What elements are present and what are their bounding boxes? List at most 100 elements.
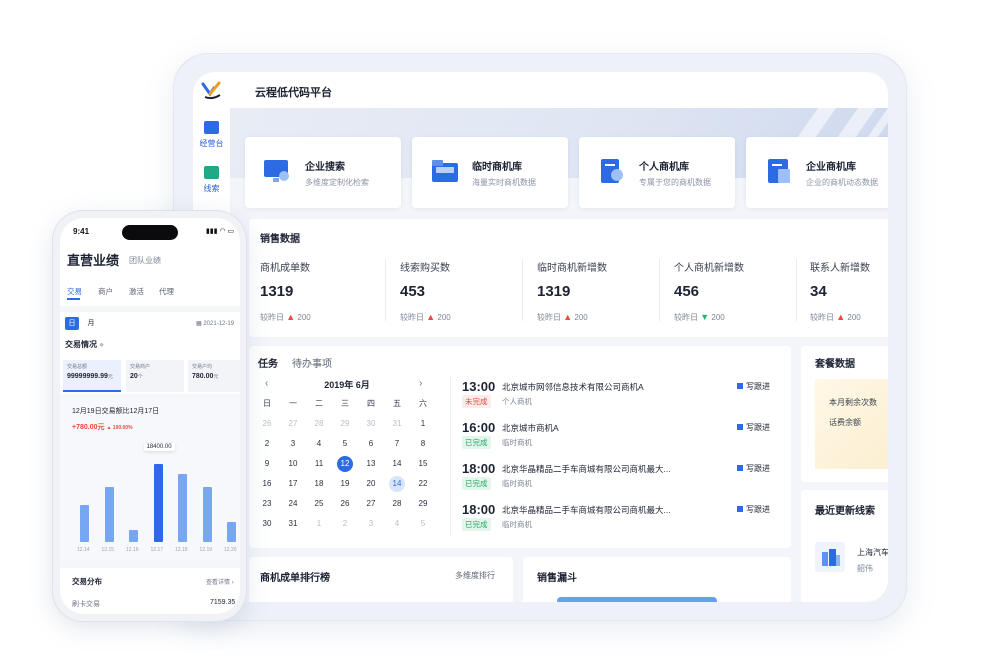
calendar-day[interactable]: 24 — [283, 496, 303, 512]
task-item[interactable]: 18:00 北京华晶精品二手车商城有限公司商机最大... 已完成 临时商机 写跟… — [462, 461, 782, 501]
calendar-day[interactable]: 3 — [361, 516, 381, 532]
date-picker[interactable]: ▦ 2021-12-19 — [196, 320, 234, 327]
tab-transactions[interactable]: 交易 — [67, 286, 82, 297]
calendar-day[interactable]: 13 — [361, 456, 381, 472]
stat-label: 临时商机新增数 — [537, 263, 607, 274]
chevron-right-icon[interactable]: › — [419, 378, 422, 389]
calendar-day[interactable]: 29 — [335, 416, 355, 432]
calendar-day[interactable]: 10 — [283, 456, 303, 472]
calendar-day[interactable]: 16 — [257, 476, 277, 492]
quick-card-personal-opportunity[interactable]: 个人商机库 专属于您的商机数据 — [579, 137, 735, 208]
user-doc-icon — [601, 159, 623, 183]
period-month-button[interactable]: 月 — [84, 317, 98, 330]
team-performance-tab[interactable]: 团队业绩 — [129, 255, 161, 266]
kpi-card[interactable]: 交易总额 99999999.99元 — [63, 360, 121, 392]
tab-agents[interactable]: 代理 — [159, 286, 174, 297]
recent-clue-name[interactable]: 上海汽车 — [857, 547, 888, 558]
calendar-day[interactable]: 30 — [257, 516, 277, 532]
calendar-day[interactable]: 4 — [387, 516, 407, 532]
nav-item-dashboard[interactable]: 经营台 — [193, 121, 230, 149]
task-item[interactable]: 18:00 北京华晶精品二手车商城有限公司商机最大... 已完成 临时商机 写跟… — [462, 502, 782, 542]
quick-card-temp-opportunity[interactable]: 临时商机库 海量实时商机数据 — [412, 137, 568, 208]
calendar-day[interactable]: 5 — [413, 516, 433, 532]
calendar-day[interactable]: 25 — [309, 496, 329, 512]
tab-tasks[interactable]: 任务 — [258, 355, 278, 370]
flag-icon — [737, 465, 743, 471]
chart-x-tick: 12.17 — [150, 547, 164, 553]
chart-bar[interactable] — [202, 486, 212, 542]
calendar-day[interactable]: 20 — [361, 476, 381, 492]
calendar-day[interactable]: 31 — [387, 416, 407, 432]
package-line: 话费余额 — [829, 418, 861, 427]
chart-bar[interactable] — [129, 529, 138, 542]
calendar-day[interactable]: 27 — [283, 416, 303, 432]
chart-bar[interactable] — [153, 464, 163, 542]
calendar-day[interactable]: 12 — [337, 456, 353, 472]
funnel-top-bar — [557, 597, 717, 602]
flag-icon — [737, 383, 743, 389]
tab-merchants[interactable]: 商户 — [98, 286, 113, 297]
calendar-day[interactable]: 27 — [361, 496, 381, 512]
calendar-day[interactable]: 3 — [283, 436, 303, 452]
app-title: 云程低代码平台 — [255, 87, 332, 99]
quick-card-enterprise-search[interactable]: 企业搜索 多维度定制化检索 — [245, 137, 401, 208]
period-day-button[interactable]: 日 — [65, 317, 79, 330]
task-item[interactable]: 16:00 北京城市商机A 已完成 临时商机 写跟进 — [462, 420, 782, 460]
quick-card-enterprise-opportunity[interactable]: 企业商机库 企业的商机动态数据 — [746, 137, 888, 208]
calendar-day[interactable]: 14 — [387, 456, 407, 472]
nav-item-clue[interactable]: 线索 — [193, 166, 230, 194]
stat-label: 个人商机新增数 — [674, 263, 744, 274]
calendar-day[interactable]: 15 — [413, 456, 433, 472]
status-badge: 已完成 — [462, 477, 491, 490]
calendar-day[interactable]: 28 — [309, 416, 329, 432]
tab-activation[interactable]: 激活 — [129, 286, 144, 297]
task-time: 16:00 — [462, 420, 496, 435]
task-item[interactable]: 13:00 北京城市网邻信息技术有限公司商机A 未完成 个人商机 写跟进 — [462, 379, 782, 419]
calendar-day[interactable]: 30 — [361, 416, 381, 432]
follow-up-button[interactable]: 写跟进 — [737, 504, 770, 515]
status-time: 9:41 — [73, 227, 90, 236]
calendar-day[interactable]: 4 — [309, 436, 329, 452]
chart-bar[interactable] — [80, 505, 89, 542]
calendar-day[interactable]: 2 — [335, 516, 355, 532]
calendar-day[interactable]: 7 — [387, 436, 407, 452]
calendar-weekday: 六 — [419, 399, 427, 408]
chart-bar[interactable] — [178, 474, 187, 542]
ranking-link[interactable]: 多维度排行 — [455, 570, 495, 581]
quick-card-title: 企业搜索 — [305, 162, 345, 173]
calendar-day[interactable]: 1 — [309, 516, 329, 532]
follow-up-button[interactable]: 写跟进 — [737, 422, 770, 433]
chart-bar[interactable] — [227, 521, 236, 542]
calendar-day[interactable]: 6 — [361, 436, 381, 452]
calendar-day[interactable]: 5 — [335, 436, 355, 452]
kpi-card[interactable]: 交易商户 20个 — [126, 360, 184, 392]
calendar-day[interactable]: 8 — [413, 436, 433, 452]
calendar-day[interactable]: 18 — [309, 476, 329, 492]
calendar-day[interactable]: 19 — [335, 476, 355, 492]
calendar-day[interactable]: 1 — [413, 416, 433, 432]
calendar-day[interactable]: 26 — [257, 416, 277, 432]
calendar-day[interactable]: 31 — [283, 516, 303, 532]
calendar-day[interactable]: 23 — [257, 496, 277, 512]
view-details-link[interactable]: 查看详情 › — [206, 577, 234, 586]
calendar-day[interactable]: 22 — [413, 476, 433, 492]
follow-up-button[interactable]: 写跟进 — [737, 381, 770, 392]
task-name: 北京华晶精品二手车商城有限公司商机最大... — [502, 464, 671, 474]
calendar-day[interactable]: 28 — [387, 496, 407, 512]
section-title: 交易情况 ● — [65, 340, 105, 349]
tab-todos[interactable]: 待办事项 — [292, 355, 332, 370]
follow-up-button[interactable]: 写跟进 — [737, 463, 770, 474]
trend-up-icon: ▲ — [836, 312, 846, 322]
calendar-day[interactable]: 26 — [335, 496, 355, 512]
chart-bar[interactable] — [104, 486, 114, 542]
ranking-panel: 商机成单排行榜 多维度排行 — [249, 557, 513, 602]
calendar-day[interactable]: 17 — [283, 476, 303, 492]
calendar-day[interactable]: 14 — [389, 476, 405, 492]
top-bar: 云程低代码平台 — [193, 72, 888, 108]
calendar-day[interactable]: 29 — [413, 496, 433, 512]
task-name: 北京华晶精品二手车商城有限公司商机最大... — [502, 505, 671, 515]
calendar-day[interactable]: 11 — [309, 456, 329, 472]
calendar-day[interactable]: 9 — [257, 456, 277, 472]
kpi-card[interactable]: 交易户均 780.00元 — [188, 360, 240, 392]
calendar-day[interactable]: 2 — [257, 436, 277, 452]
